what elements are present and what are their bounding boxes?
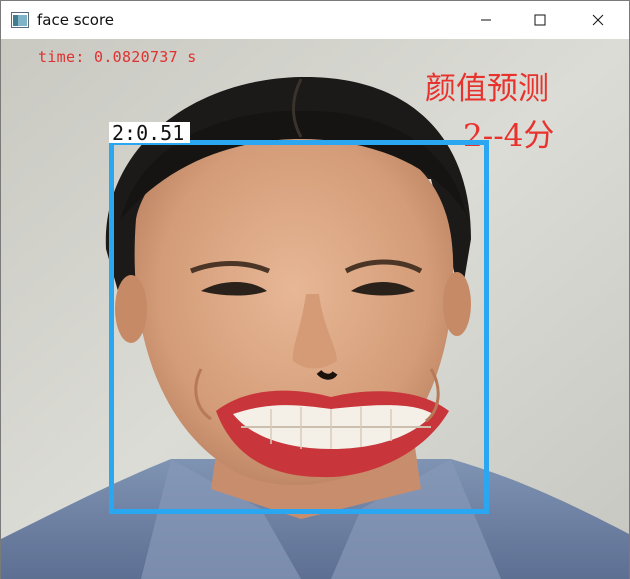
detection-label: 2:0.51	[109, 122, 191, 144]
maximize-icon	[534, 14, 546, 26]
image-viewport: time: 0.0820737 s 颜值预测 2--4分 2:0.51	[1, 39, 629, 579]
window-title: face score	[37, 11, 115, 29]
title-bar[interactable]: face score	[1, 1, 629, 39]
app-window: face score time: 0.0820737 s 颜值预测 2--4分 …	[0, 0, 630, 579]
inference-time-text: time: 0.0820737 s	[38, 48, 197, 66]
close-icon	[592, 14, 604, 26]
close-button[interactable]	[575, 1, 621, 39]
app-icon	[11, 12, 29, 28]
score-title: 颜值预测	[425, 71, 549, 107]
face-bounding-box	[109, 140, 489, 514]
maximize-button[interactable]	[517, 1, 563, 39]
minimize-icon	[481, 19, 491, 21]
minimize-button[interactable]	[463, 1, 509, 39]
